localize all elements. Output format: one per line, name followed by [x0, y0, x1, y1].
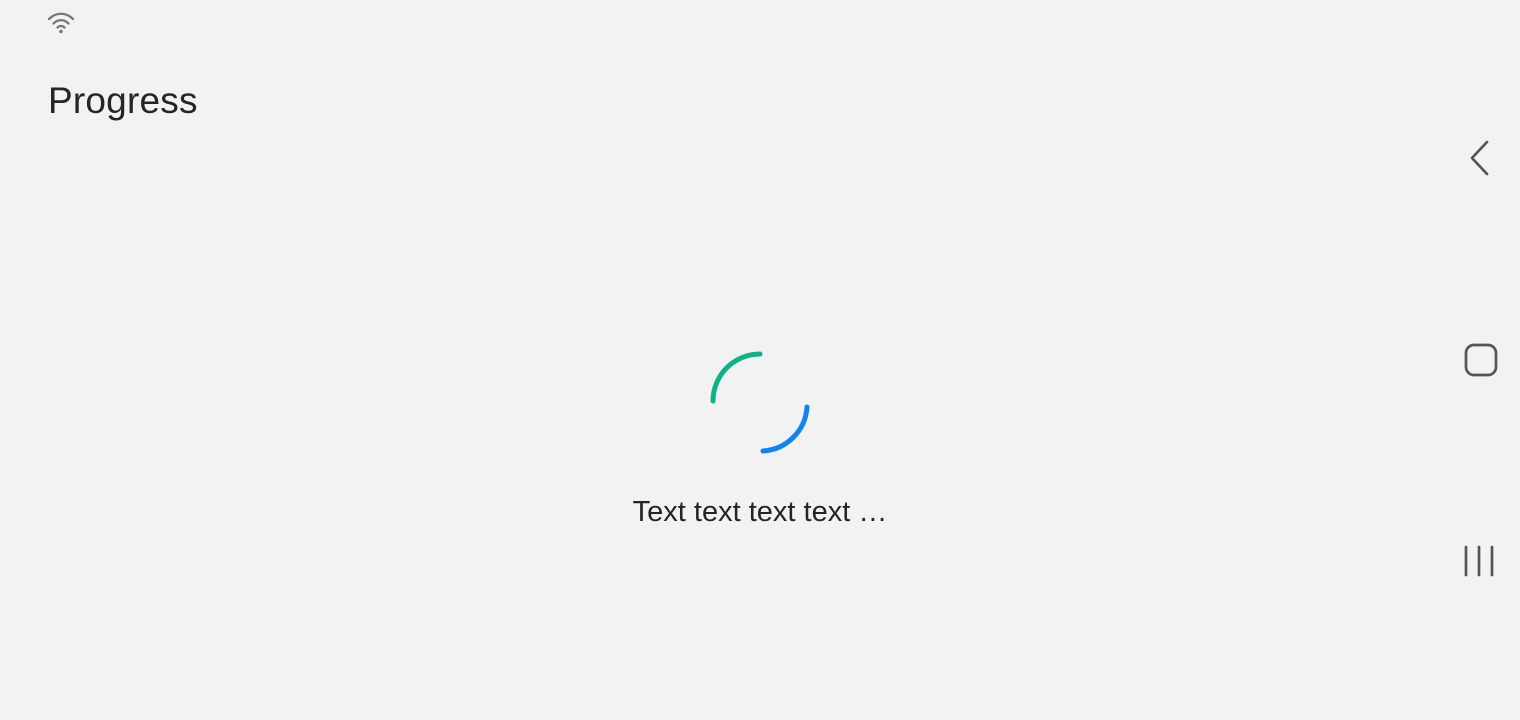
progress-text: Text text text text … — [632, 496, 888, 528]
rounded-square-icon — [1464, 343, 1498, 377]
back-button[interactable] — [1458, 135, 1504, 181]
progress-arc-end — [760, 404, 810, 454]
recents-button[interactable] — [1458, 538, 1504, 584]
chevron-left-icon — [1470, 140, 1489, 176]
wifi-icon — [47, 12, 75, 34]
progress-content: Text text text text … — [0, 140, 1440, 720]
page-title: Progress — [48, 80, 198, 121]
home-button[interactable] — [1458, 337, 1504, 383]
progress-spinner — [710, 351, 810, 454]
status-bar — [0, 0, 1440, 44]
progress-arc-start — [710, 351, 763, 404]
navigation-bar — [1440, 0, 1520, 720]
three-bars-icon — [1464, 545, 1494, 577]
